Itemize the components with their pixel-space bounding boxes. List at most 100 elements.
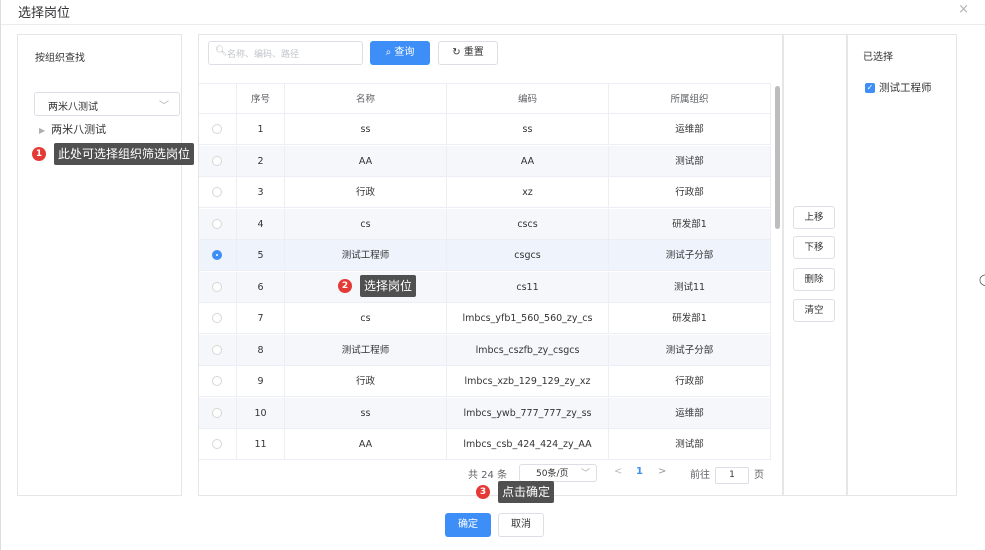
radio-button[interactable] <box>212 281 222 292</box>
header-cell-radio <box>199 84 237 115</box>
row-radio-cell[interactable] <box>199 303 237 334</box>
radio-button[interactable] <box>212 187 222 197</box>
table-scrollbar[interactable] <box>775 86 780 229</box>
row-radio-cell[interactable] <box>199 366 237 397</box>
goto-label: 前往 <box>690 470 710 481</box>
table-row[interactable]: 3 行政 xz 行政部 <box>199 177 771 208</box>
table-row[interactable]: 8 测试工程师 lmbcs_cszfb_zy_csgcs 测试子分部 <box>199 334 771 366</box>
table-row[interactable]: 1 ss ss 运维部 <box>199 114 771 145</box>
row-radio-cell[interactable] <box>199 397 237 429</box>
radio-button[interactable] <box>212 155 222 166</box>
move-up-button[interactable]: 上移 <box>793 206 835 229</box>
row-radio-cell[interactable] <box>199 429 237 460</box>
row-code: cs11 <box>447 271 609 303</box>
confirm-button[interactable]: 确定 <box>445 513 491 537</box>
table-row[interactable]: 10 ss lmbcs_ywb_777_777_zy_ss 运维部 <box>199 397 771 429</box>
table-row[interactable]: 11 AA lmbcs_csb_424_424_zy_AA 测试部 <box>199 429 771 460</box>
row-no: 11 <box>237 429 285 460</box>
row-radio-cell[interactable] <box>199 145 237 177</box>
search-input[interactable]: 🔍︎ 名称、编码、路径 <box>208 41 363 65</box>
page-number-current[interactable]: 1 <box>636 466 643 477</box>
row-radio-cell[interactable] <box>199 114 237 145</box>
org-tree-node[interactable]: ▶ 两米八测试 <box>39 121 106 137</box>
checkbox-checked-icon[interactable]: ✓ <box>865 83 875 93</box>
table-row[interactable]: 4 cs cscs 研发部1 <box>199 208 771 240</box>
row-radio-cell[interactable] <box>199 240 237 271</box>
row-radio-cell[interactable] <box>199 271 237 303</box>
radio-button[interactable] <box>212 344 222 355</box>
chevron-down-icon: ﹀ <box>580 469 590 479</box>
row-no: 6 <box>237 271 285 303</box>
page-unit-label: 页 <box>754 470 764 481</box>
reset-label: 重置 <box>463 47 484 58</box>
radio-button[interactable] <box>212 376 222 386</box>
row-no: 3 <box>237 177 285 208</box>
radio-button[interactable] <box>212 124 222 134</box>
row-radio-cell[interactable] <box>199 208 237 240</box>
header-cell-no: 序号 <box>237 84 285 115</box>
row-no: 1 <box>237 114 285 145</box>
prev-page-button[interactable]: < <box>614 466 622 477</box>
next-page-button[interactable]: > <box>658 466 666 477</box>
org-select[interactable]: 两米八测试 ﹀ <box>34 92 180 116</box>
row-org: 测试子分部 <box>609 334 771 366</box>
radio-button[interactable] <box>212 439 222 449</box>
row-name: AA <box>285 145 447 177</box>
row-no: 9 <box>237 366 285 397</box>
page-size-select[interactable]: 50条/页 ﹀ <box>519 464 597 482</box>
select-post-dialog: 选择岗位 × 按组织查找 两米八测试 ﹀ ▶ 两米八测试 🔍︎ 名称、编码、路径 … <box>0 0 985 550</box>
caret-right-icon[interactable]: ▶ <box>39 126 45 135</box>
row-no: 4 <box>237 208 285 240</box>
row-code: lmbcs_cszfb_zy_csgcs <box>447 334 609 366</box>
selected-item[interactable]: ✓ 测试工程师 <box>865 80 932 95</box>
row-name: 测试工程师 <box>285 334 447 366</box>
radio-button[interactable] <box>212 407 222 418</box>
table-row[interactable]: 7 cs lmbcs_yfb1_560_560_zy_cs 研发部1 <box>199 303 771 334</box>
row-code: AA <box>447 145 609 177</box>
move-down-button[interactable]: 下移 <box>793 236 835 259</box>
cancel-button[interactable]: 取消 <box>498 513 544 537</box>
annotation-badge-1: 1 <box>32 147 46 161</box>
row-code: ss <box>447 114 609 145</box>
pager-total: 共 24 条 <box>468 470 508 481</box>
chevron-down-icon: ﹀ <box>159 101 169 112</box>
row-code: lmbcs_yfb1_560_560_zy_cs <box>447 303 609 334</box>
annotation-badge-2: 2 <box>338 279 352 293</box>
query-button[interactable]: ⌕ 查询 <box>370 41 430 65</box>
table-row[interactable]: 6 cs11 测试11 <box>199 271 771 303</box>
row-code: lmbcs_xzb_129_129_zy_xz <box>447 366 609 397</box>
header-cell-code: 编码 <box>447 84 609 115</box>
annotation-tooltip-3: 点击确定 <box>498 481 555 503</box>
title-divider <box>1 24 985 25</box>
row-radio-cell[interactable] <box>199 177 237 208</box>
org-panel-title: 按组织查找 <box>35 53 85 64</box>
order-buttons-panel <box>783 34 847 496</box>
row-no: 2 <box>237 145 285 177</box>
delete-button[interactable]: 删除 <box>793 268 835 291</box>
table-row[interactable]: 9 行政 lmbcs_xzb_129_129_zy_xz 行政部 <box>199 366 771 397</box>
radio-button[interactable] <box>212 218 222 229</box>
search-placeholder: 名称、编码、路径 <box>227 50 300 60</box>
header-cell-name: 名称 <box>285 84 447 115</box>
row-code: csgcs <box>447 240 609 271</box>
radio-button[interactable] <box>212 313 222 323</box>
table-row[interactable]: 5 测试工程师 csgcs 测试子分部 <box>199 240 771 271</box>
row-radio-cell[interactable] <box>199 334 237 366</box>
table-row[interactable]: 2 AA AA 测试部 <box>199 145 771 177</box>
row-org: 测试部 <box>609 145 771 177</box>
row-no: 7 <box>237 303 285 334</box>
close-icon[interactable]: × <box>958 2 969 17</box>
row-code: cscs <box>447 208 609 240</box>
org-select-value: 两米八测试 <box>48 102 98 113</box>
row-org: 研发部1 <box>609 208 771 240</box>
row-no: 5 <box>237 240 285 271</box>
row-org: 行政部 <box>609 366 771 397</box>
goto-page-input[interactable]: 1 <box>715 467 749 484</box>
clear-button[interactable]: 清空 <box>793 299 835 322</box>
reset-button[interactable]: ↻ 重置 <box>438 41 498 65</box>
annotation-badge-3: 3 <box>476 485 490 499</box>
page-size-value: 50条/页 <box>536 469 569 479</box>
row-name: 测试工程师 <box>285 240 447 271</box>
radio-button[interactable] <box>212 250 222 260</box>
row-code: lmbcs_ywb_777_777_zy_ss <box>447 397 609 429</box>
